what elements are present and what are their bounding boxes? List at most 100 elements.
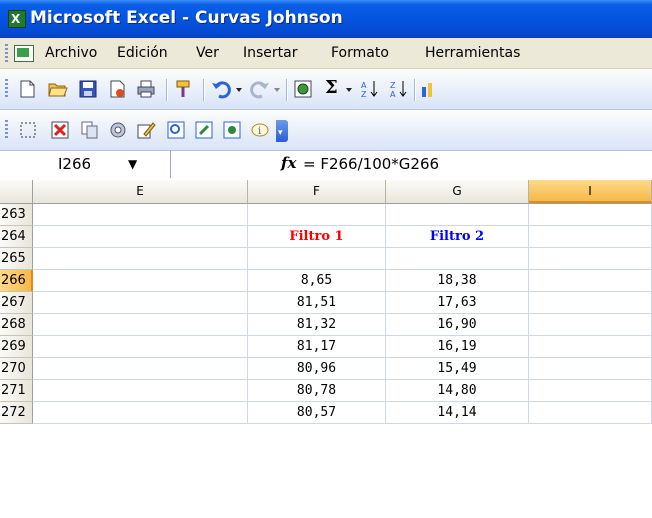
redo-dropdown-icon[interactable] bbox=[272, 79, 282, 99]
format-painter-icon[interactable] bbox=[174, 79, 194, 99]
column-header-row: E F G I bbox=[0, 180, 652, 204]
excel-app-icon[interactable]: X bbox=[8, 10, 26, 28]
cell-g[interactable]: 15,49 bbox=[386, 358, 529, 380]
cell-e[interactable] bbox=[33, 226, 248, 248]
row-header[interactable]: 270 bbox=[0, 358, 33, 380]
row-header[interactable]: 269 bbox=[0, 336, 33, 358]
cell-i[interactable] bbox=[529, 226, 652, 248]
menu-archivo[interactable]: Archivo bbox=[45, 45, 97, 61]
cell-g[interactable]: 14,80 bbox=[386, 380, 529, 402]
chart-wizard-icon[interactable] bbox=[420, 79, 440, 99]
select-icon[interactable] bbox=[18, 120, 38, 140]
autosum-dropdown-icon[interactable] bbox=[344, 79, 354, 99]
cell-i[interactable] bbox=[529, 380, 652, 402]
toolbar-grip-handle[interactable] bbox=[5, 79, 8, 99]
row-header[interactable]: 267 bbox=[0, 292, 33, 314]
autosum-icon[interactable]: Σ bbox=[325, 77, 345, 98]
row-header[interactable]: 263 bbox=[0, 204, 33, 226]
cell-g[interactable] bbox=[386, 204, 529, 226]
toolbar-options-icon[interactable]: ▾ bbox=[276, 120, 288, 142]
menu-ver[interactable]: Ver bbox=[196, 45, 219, 61]
toolbar-grip-handle[interactable] bbox=[5, 120, 8, 140]
cell-e[interactable] bbox=[33, 270, 248, 292]
save-icon[interactable] bbox=[78, 79, 98, 99]
cell-e[interactable] bbox=[33, 358, 248, 380]
cell-f[interactable] bbox=[248, 248, 386, 270]
cell-e[interactable] bbox=[33, 314, 248, 336]
row-header[interactable]: 265 bbox=[0, 248, 33, 270]
undo-icon[interactable] bbox=[211, 79, 231, 99]
cell-f[interactable]: Filtro 1 bbox=[248, 226, 386, 248]
print-icon[interactable] bbox=[136, 79, 156, 99]
cell-g[interactable] bbox=[386, 248, 529, 270]
sort-ascending-icon[interactable]: AZ bbox=[360, 79, 380, 99]
row-header[interactable]: 266 bbox=[0, 270, 33, 292]
cell-f[interactable]: 81,17 bbox=[248, 336, 386, 358]
cell-i[interactable] bbox=[529, 204, 652, 226]
cell-f[interactable]: 8,65 bbox=[248, 270, 386, 292]
view-icon[interactable] bbox=[222, 120, 242, 140]
edit-icon[interactable] bbox=[136, 120, 156, 140]
cell-e[interactable] bbox=[33, 336, 248, 358]
copy-icon[interactable] bbox=[80, 120, 100, 140]
row-header[interactable]: 271 bbox=[0, 380, 33, 402]
cell-g[interactable]: 16,19 bbox=[386, 336, 529, 358]
row-header[interactable]: 264 bbox=[0, 226, 33, 248]
worksheet-grid[interactable]: E F G I 263 264 Filtro 1 Filtro 2 265 266 8,65… bbox=[0, 180, 652, 518]
redo-icon[interactable] bbox=[250, 79, 270, 99]
svg-text:Z: Z bbox=[361, 90, 367, 99]
settings-icon[interactable] bbox=[108, 120, 128, 140]
cell-i[interactable] bbox=[529, 402, 652, 424]
name-box[interactable]: I266 ▼ bbox=[0, 151, 171, 178]
cell-f[interactable]: 81,51 bbox=[248, 292, 386, 314]
menu-grip-handle[interactable] bbox=[5, 44, 8, 64]
cell-g[interactable]: 18,38 bbox=[386, 270, 529, 292]
menu-formato[interactable]: Formato bbox=[331, 45, 389, 61]
column-header-e[interactable]: E bbox=[33, 180, 248, 203]
cell-i[interactable] bbox=[529, 336, 652, 358]
table-row: 266 8,65 18,38 bbox=[0, 270, 652, 292]
cell-e[interactable] bbox=[33, 248, 248, 270]
cell-g[interactable]: Filtro 2 bbox=[386, 226, 529, 248]
row-header[interactable]: 272 bbox=[0, 402, 33, 424]
name-box-dropdown-icon[interactable]: ▼ bbox=[128, 157, 137, 171]
cell-e[interactable] bbox=[33, 402, 248, 424]
insert-hyperlink-icon[interactable] bbox=[293, 79, 313, 99]
form-icon[interactable] bbox=[166, 120, 186, 140]
cell-i[interactable] bbox=[529, 270, 652, 292]
info-icon[interactable]: i bbox=[250, 120, 270, 140]
column-header-i[interactable]: I bbox=[529, 180, 652, 203]
edit-box-icon[interactable] bbox=[194, 120, 214, 140]
cell-g[interactable]: 14,14 bbox=[386, 402, 529, 424]
column-header-f[interactable]: F bbox=[248, 180, 386, 203]
cell-i[interactable] bbox=[529, 292, 652, 314]
select-all-corner[interactable] bbox=[0, 180, 33, 203]
row-header[interactable]: 268 bbox=[0, 314, 33, 336]
delete-icon[interactable] bbox=[50, 120, 70, 140]
menu-herramientas[interactable]: Herramientas bbox=[425, 45, 520, 61]
cell-f[interactable]: 80,96 bbox=[248, 358, 386, 380]
cell-e[interactable] bbox=[33, 380, 248, 402]
cell-f[interactable]: 81,32 bbox=[248, 314, 386, 336]
cell-e[interactable] bbox=[33, 204, 248, 226]
cell-g[interactable]: 17,63 bbox=[386, 292, 529, 314]
cell-g[interactable]: 16,90 bbox=[386, 314, 529, 336]
cell-e[interactable] bbox=[33, 292, 248, 314]
menu-insertar[interactable]: Insertar bbox=[243, 45, 298, 61]
cell-f[interactable]: 80,78 bbox=[248, 380, 386, 402]
undo-dropdown-icon[interactable] bbox=[234, 79, 244, 99]
column-header-g[interactable]: G bbox=[386, 180, 529, 203]
cell-f[interactable] bbox=[248, 204, 386, 226]
cell-i[interactable] bbox=[529, 314, 652, 336]
cell-i[interactable] bbox=[529, 358, 652, 380]
insert-function-icon[interactable]: fx bbox=[281, 154, 296, 172]
open-icon[interactable] bbox=[48, 79, 68, 99]
sort-descending-icon[interactable]: ZA bbox=[389, 79, 409, 99]
cell-i[interactable] bbox=[529, 248, 652, 270]
new-icon[interactable] bbox=[17, 79, 37, 99]
formula-input[interactable]: = F266/100*G266 bbox=[303, 155, 439, 173]
workbook-icon[interactable] bbox=[14, 45, 34, 62]
cell-f[interactable]: 80,57 bbox=[248, 402, 386, 424]
permission-icon[interactable] bbox=[107, 79, 127, 99]
menu-edicion[interactable]: Edición bbox=[117, 45, 168, 61]
